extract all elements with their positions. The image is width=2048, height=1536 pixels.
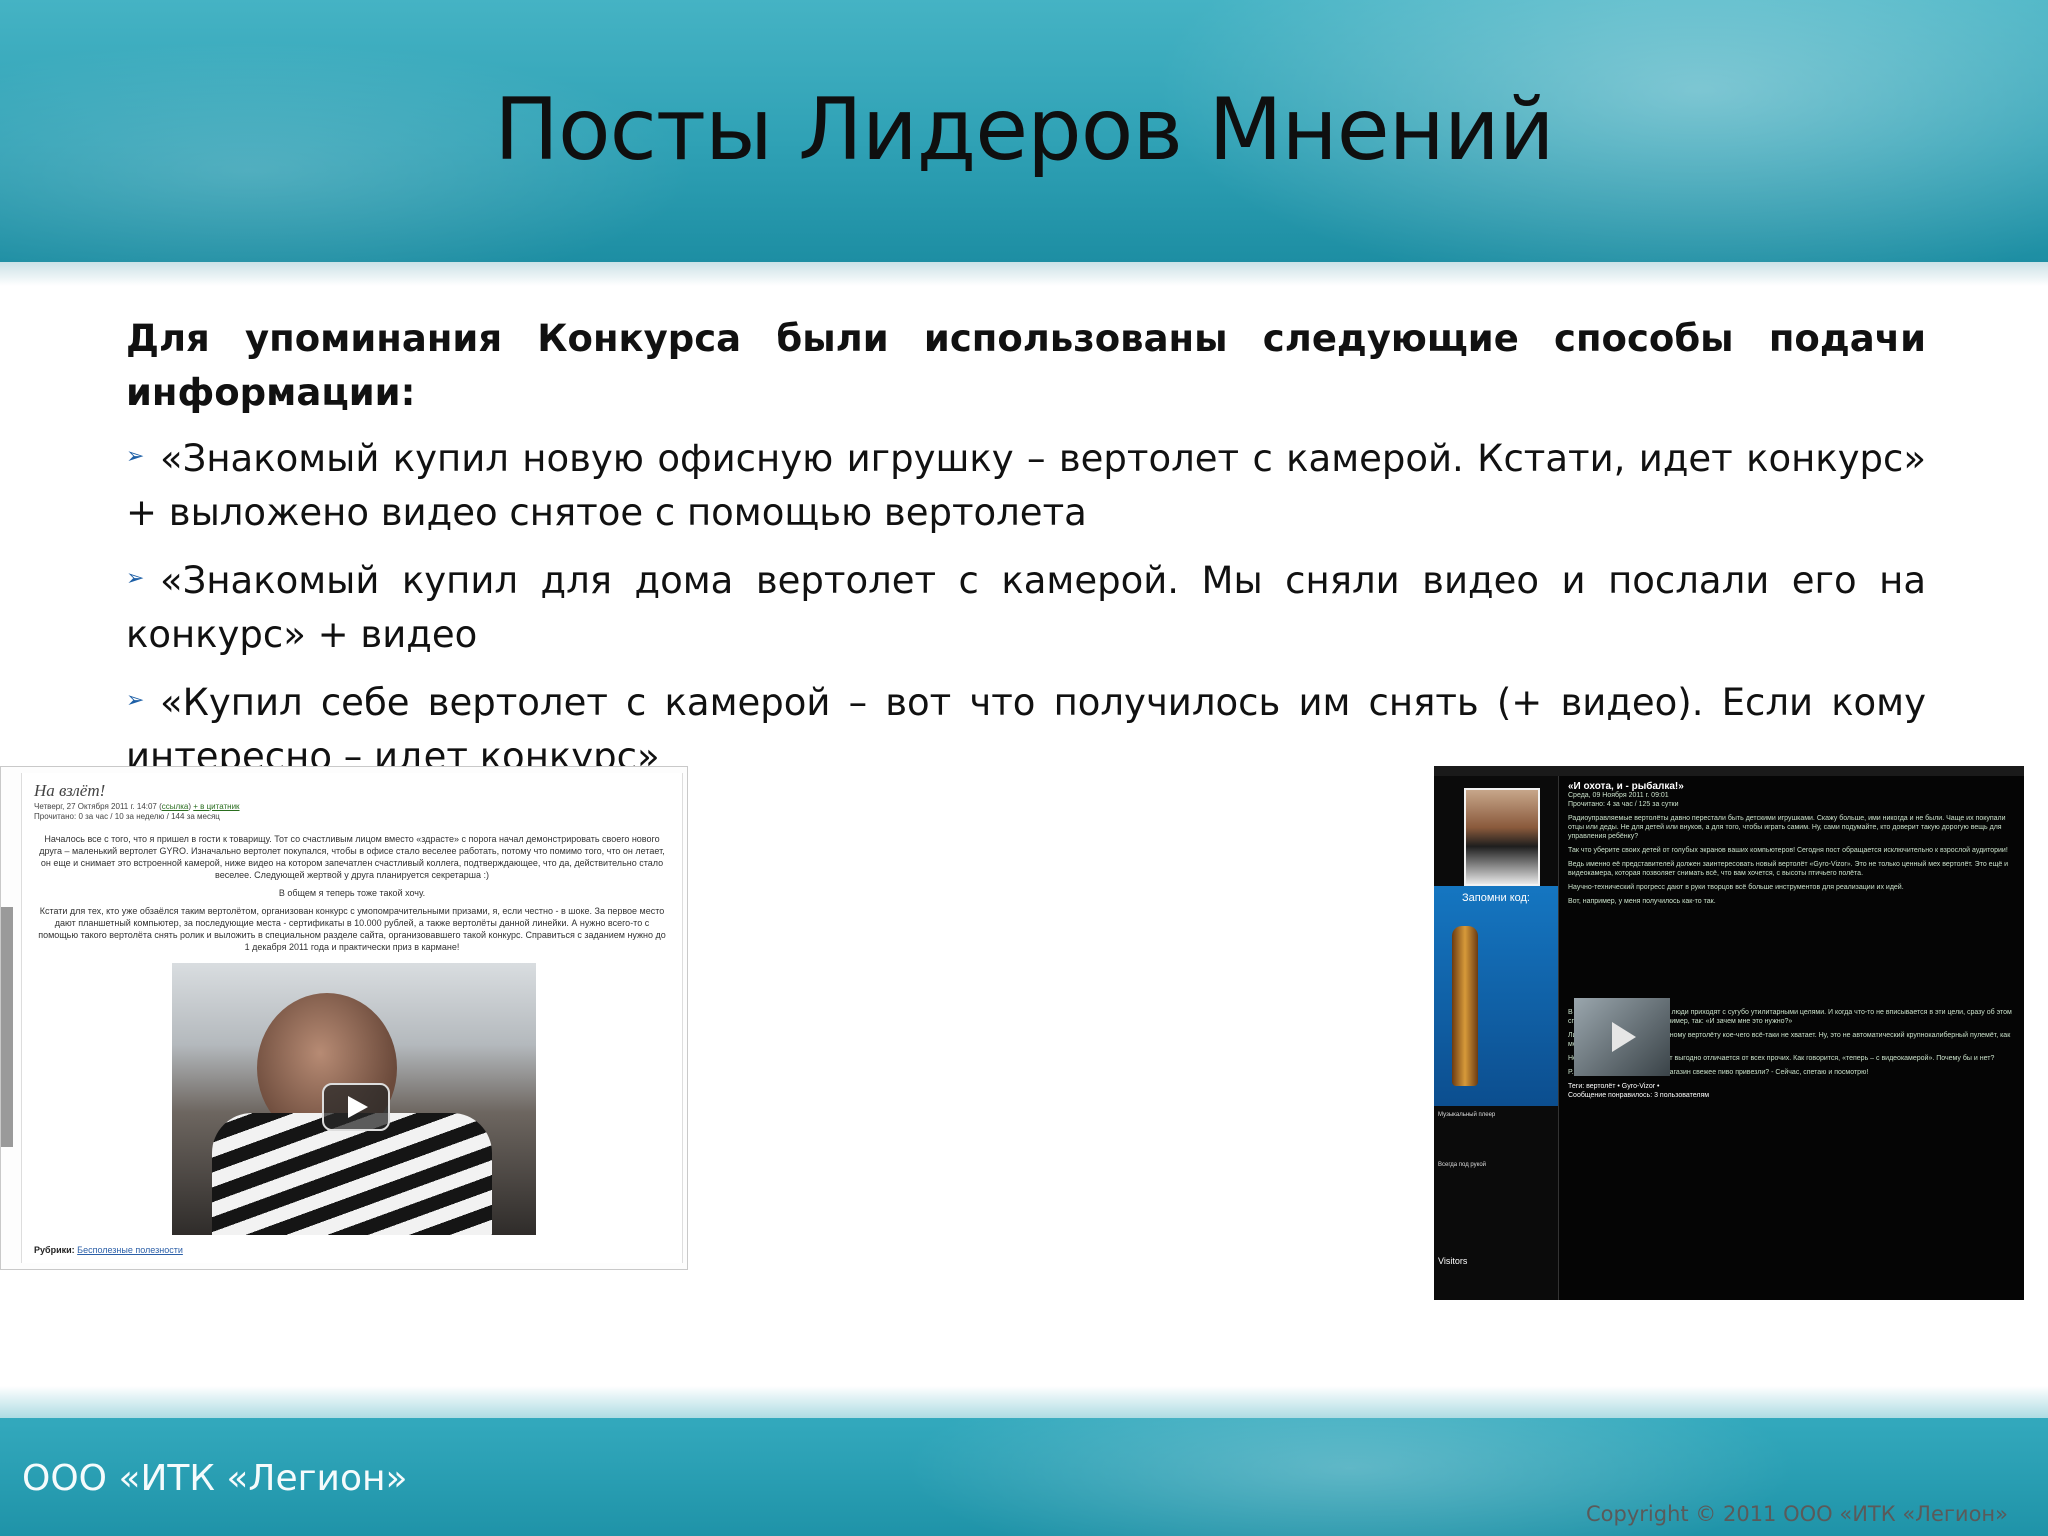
video-player[interactable] <box>172 963 536 1235</box>
dark-post-paragraph: Научно-технический прогресс дают в руки … <box>1568 884 1904 891</box>
rubric-label: Рубрики: <box>34 1245 75 1255</box>
post-paragraph: Началось все с того, что я пришел в гост… <box>39 834 665 880</box>
blog-topbar <box>1434 766 2024 776</box>
post-link[interactable]: ссылка <box>162 802 189 811</box>
dark-post-meta: Среда, 09 Ноября 2011 г. 09:01 <box>1568 792 1669 799</box>
sidebar-tools-label: Всегда под рукой <box>1438 1162 1487 1168</box>
dark-post-liked: Сообщение понравилось: 3 пользователям <box>1568 1092 1710 1099</box>
post-meta: Четверг, 27 Октября 2011 г. 14:07 (ссылк… <box>34 802 240 811</box>
beer-ad-banner[interactable]: Запомни код: <box>1434 886 1558 1106</box>
bullet-text: «Знакомый купил новую офисную игрушку – … <box>126 437 1926 534</box>
slide-title: Посты Лидеров Мнений <box>494 80 1554 180</box>
company-name: ООО «ИТК «Легион» <box>22 1458 408 1499</box>
dark-post-paragraph: Вот, например, у меня получилось как-то … <box>1568 898 1716 905</box>
dark-post-stats: Прочитано: 4 за час / 125 за сутки <box>1568 801 1679 808</box>
bullet-item: ➢ «Знакомый купил новую офисную игрушку –… <box>126 430 1926 540</box>
author-avatar <box>1464 788 1540 886</box>
post-title: На взлёт! <box>34 781 106 800</box>
post-rubric: Рубрики: Бесполезные полезности <box>34 1245 183 1255</box>
blog-post: На взлёт! Четверг, 27 Октября 2011 г. 14… <box>21 773 683 1263</box>
play-icon[interactable] <box>322 1083 390 1131</box>
sidebar-music-label: Музыкальный плеер <box>1438 1112 1496 1118</box>
slide-content: Для упоминания Конкурса были использован… <box>126 312 1926 767</box>
blog-sidebar: Запомни код: Музыкальный плеер Всегда по… <box>1434 776 1559 1300</box>
bullet-item: ➢ «Купил себе вертолет с камерой – вот чт… <box>126 674 1926 767</box>
bullet-item: ➢ «Знакомый купил для дома вертолет с кам… <box>126 552 1926 662</box>
bullet-text: «Знакомый купил для дома вертолет с каме… <box>126 559 1926 656</box>
arrow-bullet-icon: ➢ <box>126 566 145 591</box>
sidebar-visitors-label: Visitors <box>1438 1256 1468 1266</box>
dark-post-paragraph: Радиоуправляемые вертолёты давно переста… <box>1568 815 2006 840</box>
arrow-bullet-icon: ➢ <box>126 688 145 713</box>
bullet-text: «Купил себе вертолет с камерой – вот что… <box>126 681 1926 767</box>
video-spacer <box>1568 911 2014 1003</box>
rubric-link[interactable]: Бесполезные полезности <box>77 1245 183 1255</box>
footer-fade <box>0 1386 2048 1418</box>
copyright-text: Copyright © 2011 ООО «ИТК «Легион» <box>1586 1502 2008 1526</box>
intro-text: Для упоминания Конкурса были использован… <box>126 317 1926 414</box>
dark-post-title: «И охота, и - рыбалка!» <box>1568 781 1684 792</box>
post-stats: Прочитано: 0 за час / 10 за неделю / 144… <box>34 812 220 821</box>
post-paragraph: В общем я теперь тоже такой хочу. <box>278 888 426 898</box>
bottle-image <box>1452 926 1478 1086</box>
blog-screenshot-left: На взлёт! Четверг, 27 Октября 2011 г. 14… <box>0 766 688 1270</box>
dark-post-paragraph: Ведь именно её представителей должен заи… <box>1568 861 2009 877</box>
header-shadow <box>0 262 2048 286</box>
dark-post-tags[interactable]: Теги: вертолёт • Gyro-Vizor • <box>1568 1082 2014 1091</box>
arrow-bullet-icon: ➢ <box>126 444 145 469</box>
post-date: Четверг, 27 Октября 2011 г. 14:07 ( <box>34 802 162 811</box>
blog-screenshot-right: Запомни код: Музыкальный плеер Всегда по… <box>1434 766 2024 1300</box>
video-frame-shirt <box>212 1113 492 1235</box>
ad-caption: Запомни код: <box>1462 892 1530 904</box>
post-body: Началось все с того, что я пришел в гост… <box>36 833 668 953</box>
quote-link[interactable]: + в цитатник <box>193 802 239 811</box>
dark-post-paragraph: Так что уберите своих детей от голубых э… <box>1568 847 2008 854</box>
post-paragraph: Кстати для тех, кто уже обзаёлся таким в… <box>38 906 666 952</box>
dark-video-player[interactable] <box>1574 998 1670 1076</box>
window-edge <box>1 907 13 1147</box>
